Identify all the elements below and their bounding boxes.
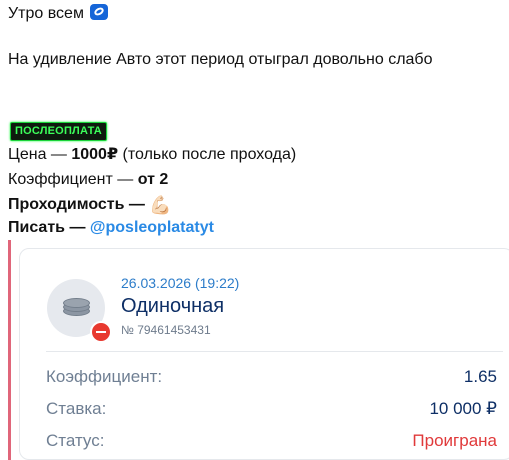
stake-row: Ставка: 10 000 ₽ <box>46 399 497 419</box>
price-suffix: (только после прохода) <box>118 146 297 163</box>
pass-label: Проходимость — <box>8 196 150 213</box>
row-value: 10 000 ₽ <box>429 399 497 418</box>
coef-value: от 2 <box>137 171 169 188</box>
write-line: Писать — @posleoplatatyt <box>8 218 214 238</box>
contact-link[interactable]: @posleoplatatyt <box>90 219 214 236</box>
status-row: Статус: Проиграна <box>46 431 497 451</box>
badge-line: ПОСЛЕОПЛАТА <box>10 120 107 141</box>
bet-id: № 79461453431 <box>121 323 211 337</box>
note-text: На удивление Авто этот период отыграл до… <box>8 51 433 68</box>
status-value: Проиграна <box>412 431 497 450</box>
greeting-line: Утро всем <box>8 4 109 24</box>
postpay-badge: ПОСЛЕОПЛАТА <box>10 122 107 141</box>
coef-label: Коэффициент — <box>8 171 138 188</box>
price-value: 1000₽ <box>71 146 119 163</box>
pass-line: Проходимость — 💪🏻 <box>8 195 172 215</box>
flexed-biceps-icon: 💪🏻 <box>149 195 172 215</box>
row-label: Коэффициент: <box>46 367 163 386</box>
bet-type: Одиночная <box>121 295 225 317</box>
bet-date: 26.03.2026 (19:22) <box>121 275 240 291</box>
greeting-text: Утро всем <box>8 5 84 22</box>
blue-ring-icon <box>90 4 109 20</box>
write-label: Писать — <box>8 219 90 236</box>
bet-card[interactable]: 26.03.2026 (19:22) Одиночная № 794614534… <box>8 240 509 460</box>
row-value: 1.65 <box>463 367 497 386</box>
lost-status-icon <box>90 321 112 343</box>
bet-card-body: 26.03.2026 (19:22) Одиночная № 794614534… <box>19 248 509 460</box>
divider <box>46 351 503 352</box>
row-label: Ставка: <box>46 399 107 418</box>
price-line: Цена — 1000₽ (только после прохода) <box>8 145 296 165</box>
coin-stack-icon <box>63 298 90 316</box>
coefficient-row: Коэффициент: 1.65 <box>46 367 497 387</box>
price-label: Цена — <box>8 146 72 163</box>
coef-line: Коэффициент — от 2 <box>8 170 168 190</box>
row-label: Статус: <box>46 431 105 450</box>
